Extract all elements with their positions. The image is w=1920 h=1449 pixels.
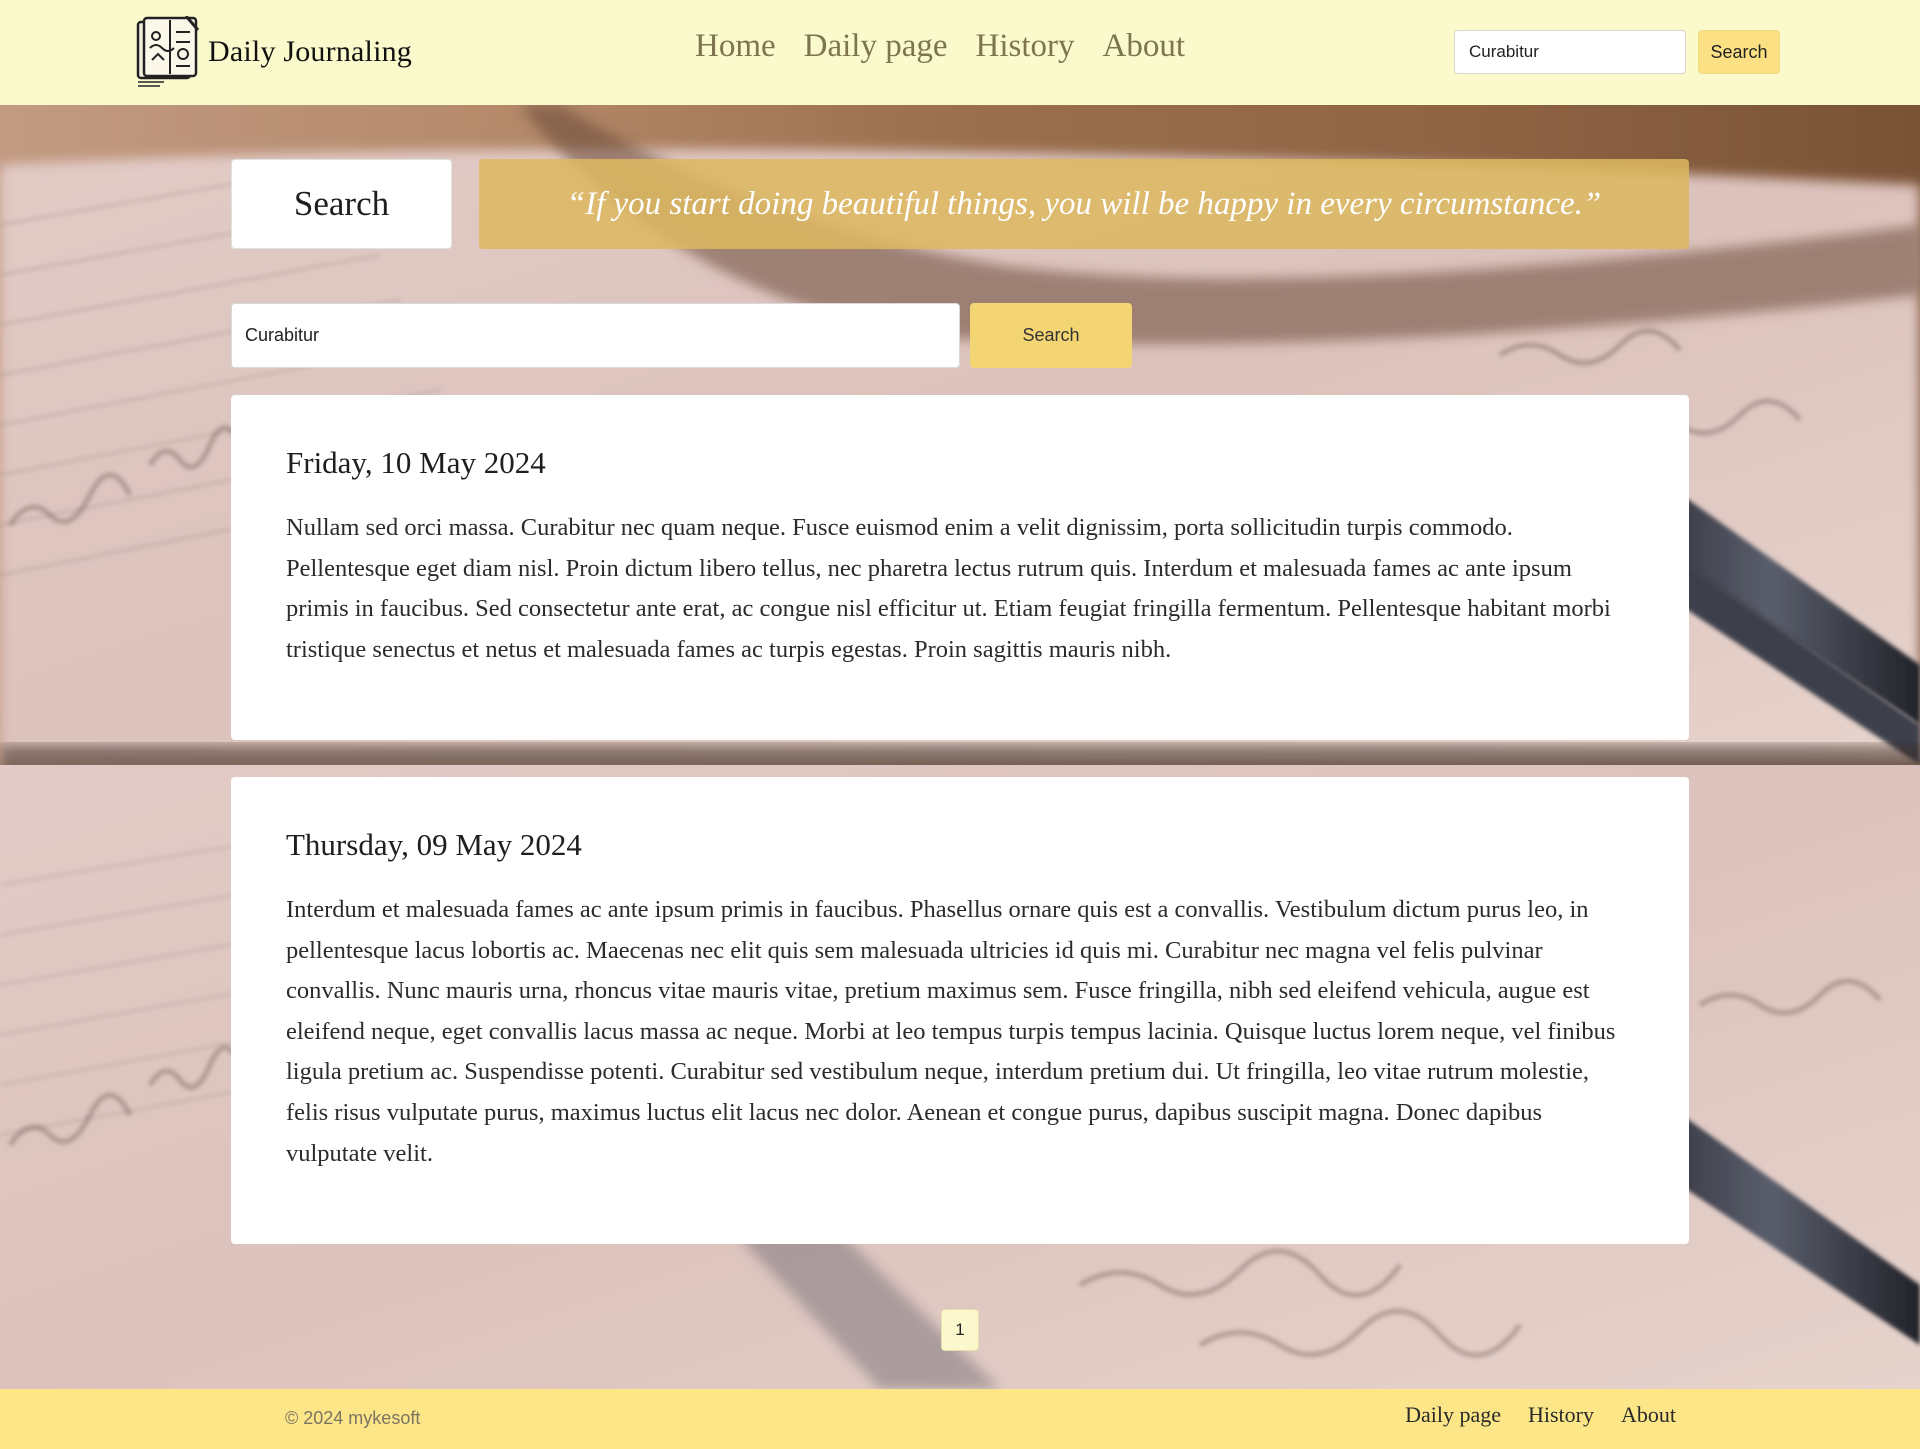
entry-date: Friday, 10 May 2024 [286,445,546,480]
nav-home[interactable]: Home [695,28,776,65]
entry-date: Thursday, 09 May 2024 [286,827,582,862]
journal-entry-card: Thursday, 09 May 2024 Interdum et malesu… [231,777,1689,1244]
search-input[interactable] [231,303,960,368]
top-navbar: Daily Journaling Home Daily page History… [0,0,1920,105]
footer-link-daily-page[interactable]: Daily page [1405,1402,1501,1428]
nav-daily-page[interactable]: Daily page [804,28,948,65]
search-form: Search [231,303,1132,368]
pagination: 1 [941,1309,979,1351]
journal-book-icon [136,16,200,87]
journal-entry-card: Friday, 10 May 2024 Nullam sed orci mass… [231,395,1689,740]
header-search-input[interactable] [1454,30,1686,74]
entry-body: Nullam sed orci massa. Curabitur nec qua… [286,514,1611,663]
footer: © 2024 mykesoft Daily page History About [0,1389,1920,1449]
copyright-text: © 2024 mykesoft [285,1408,421,1428]
nav-history[interactable]: History [976,28,1075,65]
footer-nav: Daily page History About [1378,1402,1676,1428]
brand-link[interactable]: Daily Journaling [134,16,412,88]
page-button-current[interactable]: 1 [941,1309,979,1351]
main-nav: Home Daily page History About [695,28,1213,65]
header-search-form: Search [1454,30,1780,74]
footer-link-history[interactable]: History [1528,1402,1594,1428]
page-title-card: Search [231,159,452,249]
search-button[interactable]: Search [970,303,1132,368]
header-search-button[interactable]: Search [1698,30,1780,74]
footer-link-about[interactable]: About [1621,1402,1676,1428]
quote-banner: “If you start doing beautiful things, yo… [479,159,1689,249]
nav-about[interactable]: About [1103,28,1186,65]
entry-body: Interdum et malesuada fames ac ante ipsu… [286,896,1616,1167]
brand-name: Daily Journaling [208,35,413,68]
page-title: Search [293,184,390,223]
quote-text: “If you start doing beautiful things, yo… [566,185,1602,222]
